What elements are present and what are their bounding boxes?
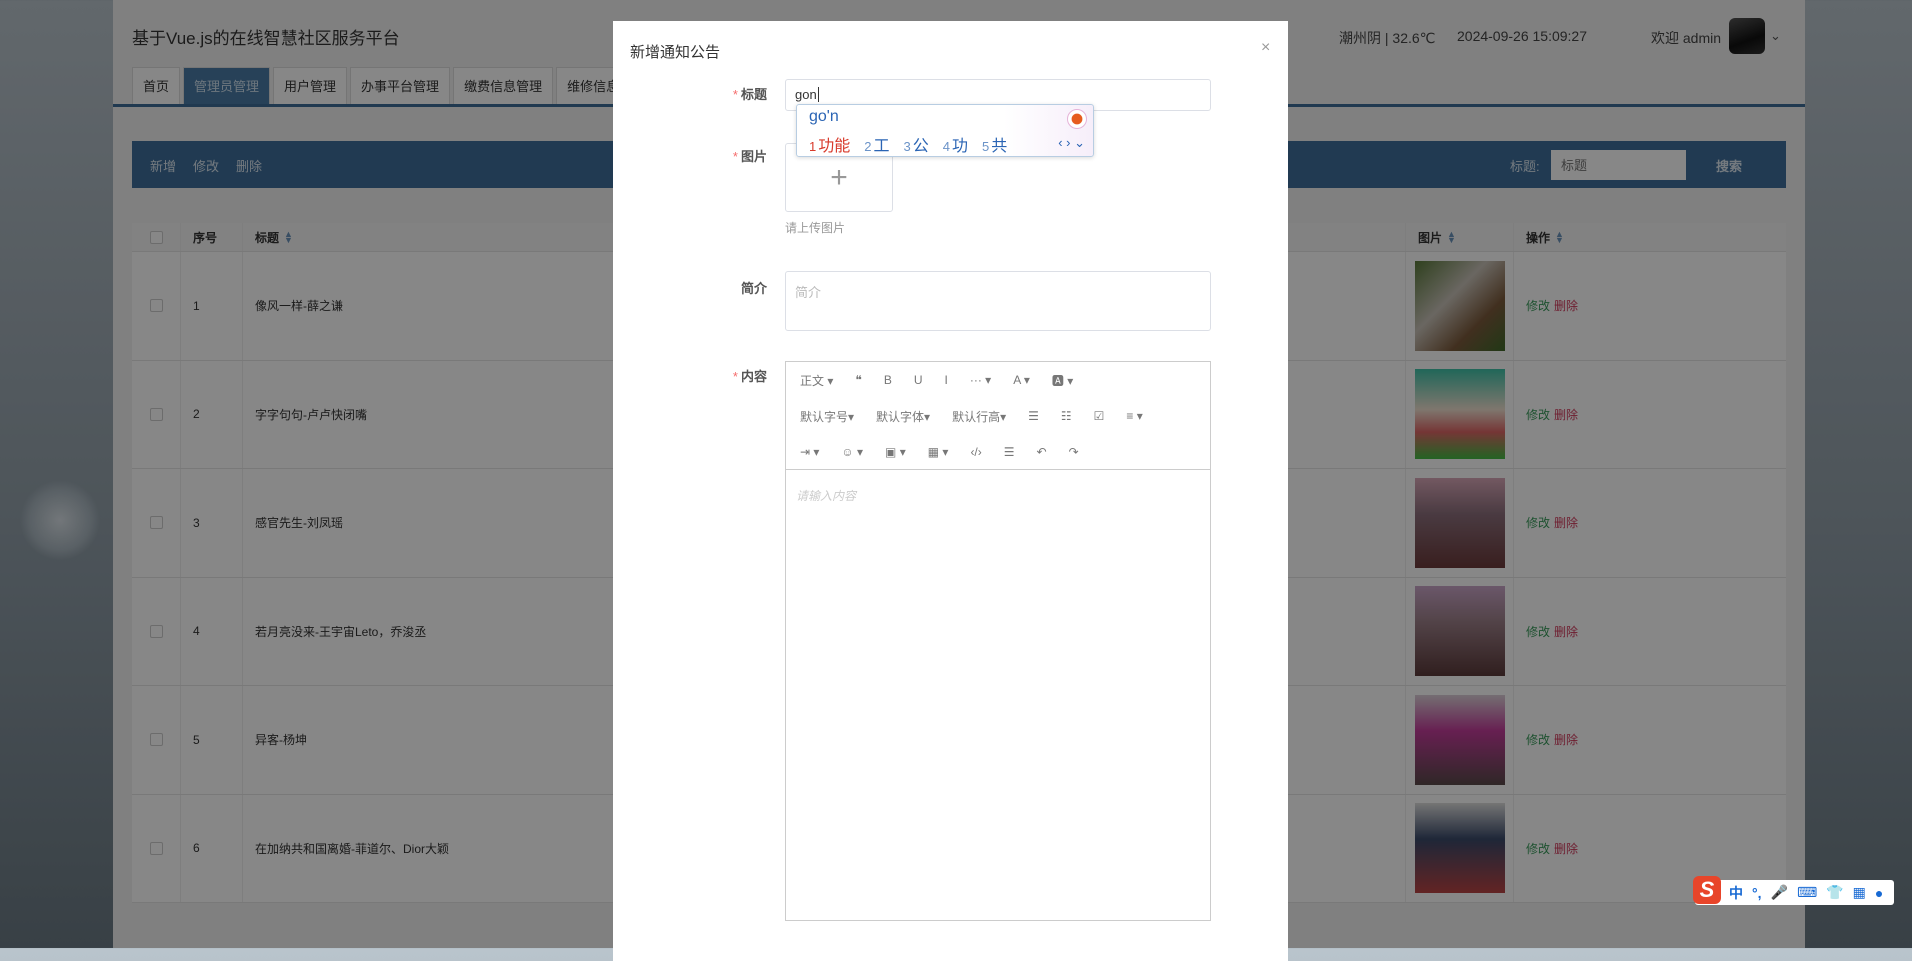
upload-hint: 请上传图片 (785, 219, 845, 236)
sogou-ime-toolbar: S 中°,🎤⌨👕▦● (1695, 880, 1894, 905)
editor-tool-2-7[interactable]: ≡ ▾ (1126, 409, 1142, 423)
image-label: *图片 (627, 146, 767, 165)
editor-tool-2-1[interactable]: 默认字号▾ (800, 408, 854, 425)
editor-tool-1-5[interactable]: I (945, 373, 948, 387)
editor-tool-1-8[interactable]: 🅰 ▾ (1052, 372, 1073, 389)
editor-tool-1-4[interactable]: U (914, 373, 923, 387)
editor-tool-1-7[interactable]: A ▾ (1013, 373, 1030, 387)
ime-pinyin: go'n (809, 108, 839, 126)
ime-candidate-popup: go'n 1功能 2工 3公 4功 5共 ‹ › ⌄ (796, 104, 1094, 157)
sogou-logo[interactable]: S (1693, 876, 1721, 904)
editor-tool-3-8[interactable]: ↷ (1069, 445, 1079, 459)
sogou-mascot-icon[interactable] (1067, 109, 1087, 129)
ime-page-nav[interactable]: ‹ › ⌄ (1058, 135, 1085, 151)
editor-toolbar: 正文 ▾ ❝ B U I ··· ▾ A ▾ 🅰 ▾ 默认字号▾ 默认字体▾ 默认行高▾ ☰ ☷ ☑ ≡ … (786, 362, 1210, 470)
sogou-tool-icon[interactable]: ● (1875, 885, 1883, 901)
editor-tool-3-5[interactable]: ‹/› (970, 445, 981, 459)
editor-tool-2-4[interactable]: ☰ (1028, 409, 1039, 423)
ime-candidate[interactable]: 3公 (904, 132, 929, 156)
title-label: *标题 (627, 84, 767, 103)
editor-tool-2-6[interactable]: ☑ (1094, 409, 1105, 423)
editor-tool-3-4[interactable]: ▦ ▾ (928, 445, 949, 459)
editor-tool-3-7[interactable]: ↶ (1037, 445, 1047, 459)
editor-tool-2-5[interactable]: ☷ (1061, 409, 1072, 423)
editor-tool-3-1[interactable]: ⇥ ▾ (800, 445, 819, 459)
sogou-tool-icon[interactable]: °, (1752, 885, 1762, 901)
sogou-tool-icon[interactable]: ⌨ (1797, 884, 1817, 901)
editor-tool-2-2[interactable]: 默认字体▾ (876, 408, 930, 425)
editor-tool-1-1[interactable]: 正文 ▾ (800, 372, 833, 389)
editor-tool-1-6[interactable]: ··· ▾ (970, 373, 991, 387)
content-placeholder[interactable]: 请输入内容 (796, 487, 856, 504)
add-notice-dialog: 新增通知公告 × *标题 gon *图片 + 请上传图片 简介 简介 *内容 正… (613, 21, 1288, 961)
ime-candidate[interactable]: 4功 (943, 132, 968, 156)
sogou-tool-icon[interactable]: 🎤 (1771, 884, 1788, 901)
editor-tool-1-2[interactable]: ❝ (855, 373, 861, 387)
rich-text-editor: 正文 ▾ ❝ B U I ··· ▾ A ▾ 🅰 ▾ 默认字号▾ 默认字体▾ 默认行高▾ ☰ ☷ ☑ ≡ … (785, 361, 1211, 921)
editor-tool-1-3-bold-icon[interactable]: B (884, 373, 892, 387)
editor-tool-3-6[interactable]: ☰ (1004, 445, 1015, 459)
editor-tool-3-3[interactable]: ▣ ▾ (885, 445, 906, 459)
close-icon[interactable]: × (1261, 39, 1270, 57)
ime-candidate[interactable]: 5共 (982, 132, 1007, 156)
editor-tool-2-3[interactable]: 默认行高▾ (952, 408, 1006, 425)
content-label: *内容 (627, 366, 767, 385)
editor-tool-3-2[interactable]: ☺ ▾ (841, 445, 863, 459)
sogou-tool-icon[interactable]: 👕 (1826, 884, 1843, 901)
sogou-tool-icon[interactable]: 中 (1729, 883, 1743, 903)
dialog-title: 新增通知公告 (630, 41, 720, 62)
intro-textarea[interactable]: 简介 (785, 271, 1211, 331)
intro-label: 简介 (627, 278, 767, 297)
ime-candidate[interactable]: 2工 (864, 132, 889, 156)
sogou-tool-icon[interactable]: ▦ (1853, 884, 1866, 901)
ime-candidate[interactable]: 1功能 (809, 132, 850, 156)
